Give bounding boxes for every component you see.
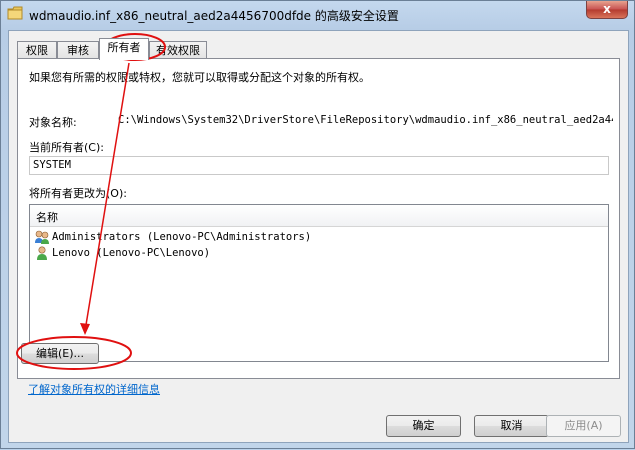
list-column-header-name[interactable]: 名称 [30, 205, 608, 227]
tab-auditing[interactable]: 审核 [57, 41, 99, 59]
close-button[interactable]: x [586, 1, 628, 19]
owner-description: 如果您有所需的权限或特权，您就可以取得或分配这个对象的所有权。 [29, 71, 370, 84]
tab-label: 审核 [67, 44, 89, 57]
dialog-client-area: 权限 审核 所有者 有效权限 如果您有所需的权限或特权，您就可以取得或分配这个对… [8, 30, 629, 443]
object-name-value: C:\Windows\System32\DriverStore\FileRepo… [118, 114, 613, 126]
folder-icon [7, 6, 23, 20]
edit-button[interactable]: 编辑(E)... [21, 343, 99, 364]
tab-permissions[interactable]: 权限 [17, 41, 57, 59]
column-header-label: 名称 [36, 211, 58, 224]
owner-candidates-list[interactable]: 名称 Administrators (Lenovo-PC\Administrat… [29, 204, 609, 362]
tab-label: 有效权限 [156, 44, 200, 57]
learn-more-ownership-link[interactable]: 了解对象所有权的详细信息 [28, 381, 160, 397]
ok-button[interactable]: 确定 [386, 415, 461, 437]
title-bar[interactable]: wdmaudio.inf_x86_neutral_aed2a4456700dfd… [1, 1, 634, 29]
list-item-administrators[interactable]: Administrators (Lenovo-PC\Administrators… [32, 229, 592, 245]
tab-owner[interactable]: 所有者 [99, 38, 149, 60]
change-owner-label: 将所有者更改为(O): [29, 187, 127, 200]
list-item-lenovo[interactable]: Lenovo (Lenovo-PC\Lenovo) [32, 245, 592, 261]
cancel-button[interactable]: 取消 [474, 415, 549, 437]
window-title: wdmaudio.inf_x86_neutral_aed2a4456700dfd… [29, 9, 399, 23]
tab-effective-permissions[interactable]: 有效权限 [149, 41, 207, 59]
list-item-label: Administrators (Lenovo-PC\Administrators… [52, 231, 312, 243]
current-owner-label: 当前所有者(C): [29, 141, 104, 154]
group-users-icon [35, 230, 49, 244]
user-icon [37, 246, 47, 260]
owner-tab-panel: 如果您有所需的权限或特权，您就可以取得或分配这个对象的所有权。 对象名称: C:… [17, 58, 620, 379]
object-name-label: 对象名称: [29, 116, 77, 129]
current-owner-field[interactable]: SYSTEM [29, 156, 609, 175]
apply-button[interactable]: 应用(A) [546, 415, 621, 437]
list-item-label: Lenovo (Lenovo-PC\Lenovo) [52, 247, 211, 259]
close-icon: x [603, 2, 611, 16]
tab-label: 所有者 [107, 41, 141, 54]
advanced-security-settings-window: wdmaudio.inf_x86_neutral_aed2a4456700dfd… [0, 0, 635, 449]
tab-label: 权限 [26, 44, 48, 57]
